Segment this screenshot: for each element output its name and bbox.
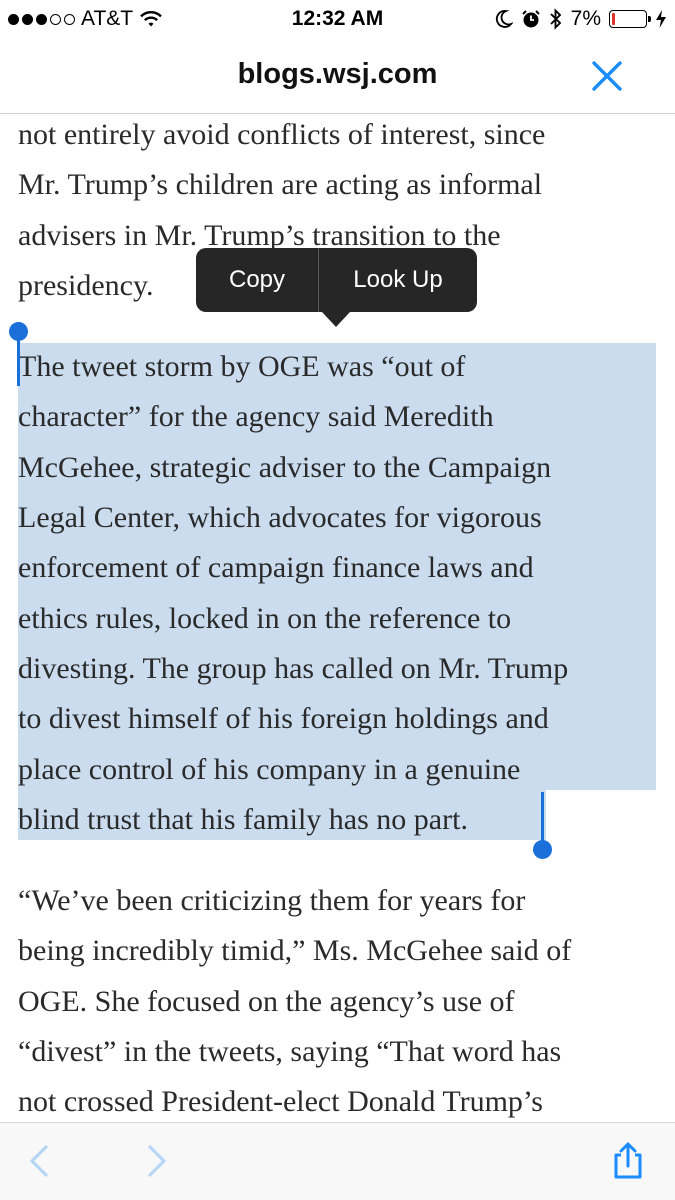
edit-menu-popover: Copy Look Up <box>196 248 477 327</box>
article-paragraph-2-selected[interactable]: The tweet storm by OGE was “out of chara… <box>18 342 658 845</box>
text-line: ethics rules, locked in on the reference… <box>18 601 512 635</box>
charging-bolt-icon <box>656 10 666 28</box>
bottom-toolbar <box>0 1122 675 1200</box>
status-right: 7% <box>495 7 667 31</box>
text-line: place control of his company in a genuin… <box>18 752 521 786</box>
close-icon[interactable] <box>589 58 625 94</box>
text-line: “We’ve been criticizing them for years f… <box>18 884 526 918</box>
text-line: OGE. She focused on the agency’s use of <box>18 984 515 1018</box>
address-bar: blogs.wsj.com <box>0 40 675 114</box>
status-bar: AT&T 12:32 AM 7% <box>0 0 675 40</box>
text-line: character” for the agency said Meredith <box>18 400 494 434</box>
look-up-menu-item[interactable]: Look Up <box>319 248 477 312</box>
moon-icon <box>495 10 513 28</box>
battery-percent: 7% <box>570 7 601 30</box>
back-chevron-icon[interactable] <box>20 1141 60 1181</box>
text-line: not crossed President-elect Donald Trump… <box>18 1085 543 1119</box>
text-line: Mr. Trump’s children are acting as infor… <box>18 168 543 202</box>
selection-end-handle-knob[interactable] <box>533 840 552 859</box>
copy-menu-item[interactable]: Copy <box>196 248 318 312</box>
selection-start-handle[interactable] <box>17 334 20 386</box>
alarm-icon <box>521 10 540 28</box>
text-line: not entirely avoid conflicts of interest… <box>18 118 546 151</box>
article-paragraph-3: “We’ve been criticizing them for years f… <box>18 876 658 1127</box>
share-icon[interactable] <box>608 1141 648 1181</box>
text-line: Legal Center, which advocates for vigoro… <box>18 501 542 535</box>
text-line: enforcement of campaign finance laws and <box>18 551 534 585</box>
text-line: being incredibly timid,” Ms. McGehee sai… <box>18 934 572 968</box>
text-line: divesting. The group has called on Mr. T… <box>18 651 569 685</box>
text-line: “divest” in the tweets, saying “That wor… <box>18 1035 562 1069</box>
text-line: blind trust that his family has no part. <box>18 802 468 836</box>
text-line: to divest himself of his foreign holding… <box>18 702 549 736</box>
battery-icon <box>609 10 651 28</box>
selection-start-handle-knob[interactable] <box>9 322 28 341</box>
battery-level-fill <box>612 13 615 25</box>
site-domain[interactable]: blogs.wsj.com <box>0 58 675 91</box>
forward-chevron-icon[interactable] <box>136 1141 176 1181</box>
selection-end-handle[interactable] <box>541 792 544 844</box>
text-line: McGehee, strategic adviser to the Campai… <box>18 450 552 484</box>
text-line: The tweet storm by OGE was “out of <box>18 350 466 384</box>
bluetooth-icon <box>549 8 561 30</box>
